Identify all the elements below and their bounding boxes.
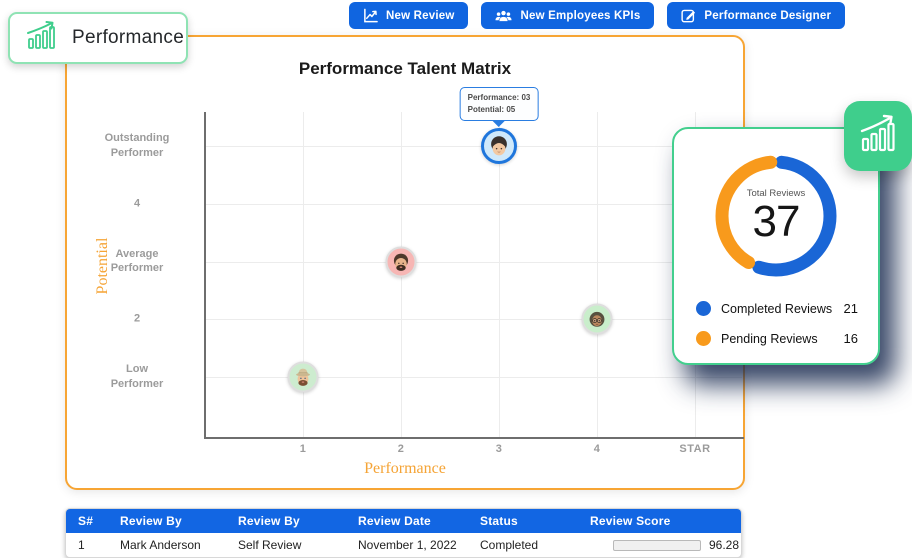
talent-matrix-card: Performance Talent Matrix 1234STAROutsta… [65, 35, 745, 490]
performance-dashboard: New Review New Employees KPIs Performa [0, 0, 912, 558]
gridline [205, 146, 742, 147]
gridline [205, 377, 742, 378]
gridline [205, 262, 742, 263]
completed-label: Completed Reviews [721, 302, 832, 316]
x-tick-label: 2 [361, 443, 441, 455]
gridline [205, 204, 742, 205]
performance-tab-label: Performance [72, 27, 184, 49]
review-table: S# Review By Review By Review Date Statu… [65, 508, 742, 558]
total-reviews-value: 37 [753, 200, 800, 244]
growth-icon-card [844, 101, 912, 171]
employee-point-hat-man[interactable] [288, 362, 319, 393]
cell-review-date: November 1, 2022 [346, 533, 468, 557]
people-icon [495, 9, 512, 23]
legend-completed-reviews: Completed Reviews 21 [696, 301, 858, 316]
reviews-legend: Completed Reviews 21 Pending Reviews 16 [696, 301, 858, 346]
header-review-score: Review Score [578, 509, 742, 533]
y-tick-label: Outstanding Performer [85, 131, 189, 161]
employee-point-boy[interactable] [481, 128, 517, 164]
growth-chart-icon [24, 21, 60, 56]
performance-designer-button[interactable]: Performance Designer [667, 2, 845, 29]
y-axis-line [204, 112, 206, 439]
cell-review-type: Self Review [226, 533, 346, 557]
header-review-date: Review Date [346, 509, 468, 533]
growth-chart-white-icon [856, 114, 900, 159]
point-tooltip: Performance: 03Potential: 05 [460, 87, 539, 121]
new-employees-kpis-label: New Employees KPIs [520, 10, 640, 22]
pending-value: 16 [844, 331, 858, 346]
score-progress-bar [613, 540, 701, 551]
header-sn: S# [66, 509, 108, 533]
cell-review-score: 96.28 [578, 533, 742, 557]
cell-sn: 1 [66, 533, 108, 557]
y-axis-title: Potential [94, 236, 112, 296]
pending-dot-icon [696, 331, 711, 346]
pending-label: Pending Reviews [721, 332, 818, 346]
toolbar: New Review New Employees KPIs Performa [349, 2, 845, 29]
gridline [205, 319, 742, 320]
performance-designer-label: Performance Designer [704, 10, 831, 22]
x-axis-title: Performance [67, 460, 743, 478]
employee-point-beard-man[interactable] [386, 246, 417, 277]
x-tick-label: STAR [655, 443, 735, 455]
x-axis-line [204, 437, 744, 439]
reviews-donut-chart: Total Reviews 37 [713, 153, 839, 279]
y-tick-label: 4 [85, 196, 189, 211]
y-tick-label: 2 [85, 312, 189, 327]
cell-reviewer: Mark Anderson [108, 533, 226, 557]
completed-dot-icon [696, 301, 711, 316]
gridline [597, 112, 598, 437]
table-row[interactable]: 1 Mark Anderson Self Review November 1, … [66, 533, 742, 557]
y-tick-label: Low Performer [85, 362, 189, 392]
completed-value: 21 [844, 301, 858, 316]
header-review-by-2: Review By [226, 509, 346, 533]
x-tick-label: 1 [263, 443, 343, 455]
performance-tab-badge[interactable]: Performance [8, 12, 188, 64]
score-value: 96.28 [709, 538, 739, 552]
edit-icon [681, 8, 696, 23]
table-header-row: S# Review By Review By Review Date Statu… [66, 509, 742, 533]
new-review-button[interactable]: New Review [349, 2, 468, 29]
new-employees-kpis-button[interactable]: New Employees KPIs [481, 2, 654, 29]
employee-point-glasses-person[interactable] [582, 304, 613, 335]
chart-line-icon [363, 8, 378, 23]
legend-pending-reviews: Pending Reviews 16 [696, 331, 858, 346]
header-review-by-1: Review By [108, 509, 226, 533]
talent-matrix-plot: 1234STAROutstanding Performer4Average Pe… [67, 37, 743, 488]
header-status: Status [468, 509, 578, 533]
x-tick-label: 4 [557, 443, 637, 455]
cell-status: Completed [468, 533, 578, 557]
new-review-label: New Review [386, 10, 454, 22]
x-tick-label: 3 [459, 443, 539, 455]
